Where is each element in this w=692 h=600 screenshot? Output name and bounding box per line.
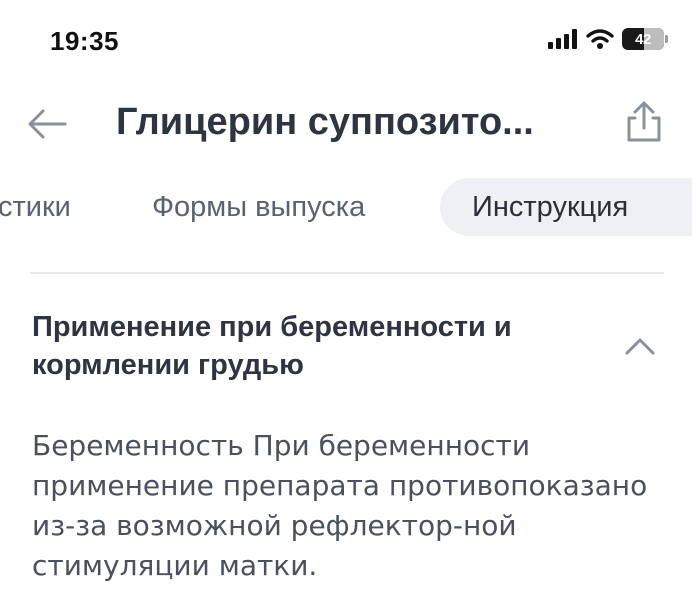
status-time: 19:35 bbox=[50, 26, 119, 56]
share-icon bbox=[627, 101, 661, 142]
collapse-button[interactable] bbox=[618, 328, 662, 364]
accordion-header[interactable]: Применение при беременности и кормлении … bbox=[0, 300, 692, 392]
chevron-up-icon bbox=[625, 338, 655, 355]
section-body: Беременность При беременности применение… bbox=[32, 429, 648, 582]
tab-characteristics[interactable]: стики bbox=[0, 178, 71, 236]
back-button[interactable] bbox=[22, 102, 72, 146]
section-title: Применение при беременности и кормлении … bbox=[32, 311, 512, 381]
header: Глицерин суппозито... bbox=[0, 88, 692, 158]
status-bar: 19:35 42 bbox=[0, 0, 692, 86]
battery-icon: 42 bbox=[622, 28, 668, 50]
arrow-left-icon bbox=[28, 109, 67, 139]
page-title: Глицерин суппозито... bbox=[116, 101, 534, 143]
tab-instructions[interactable]: Инструкция bbox=[440, 178, 692, 236]
signal-icon bbox=[548, 29, 577, 49]
wifi-icon bbox=[586, 29, 614, 49]
tab-release-forms[interactable]: Формы выпуска bbox=[152, 178, 365, 236]
tab-bar: стики Формы выпуска Инструкция bbox=[0, 178, 692, 238]
share-button[interactable] bbox=[620, 98, 668, 146]
battery-level: 42 bbox=[635, 30, 651, 48]
divider bbox=[30, 272, 664, 274]
status-icons: 42 bbox=[548, 28, 668, 50]
